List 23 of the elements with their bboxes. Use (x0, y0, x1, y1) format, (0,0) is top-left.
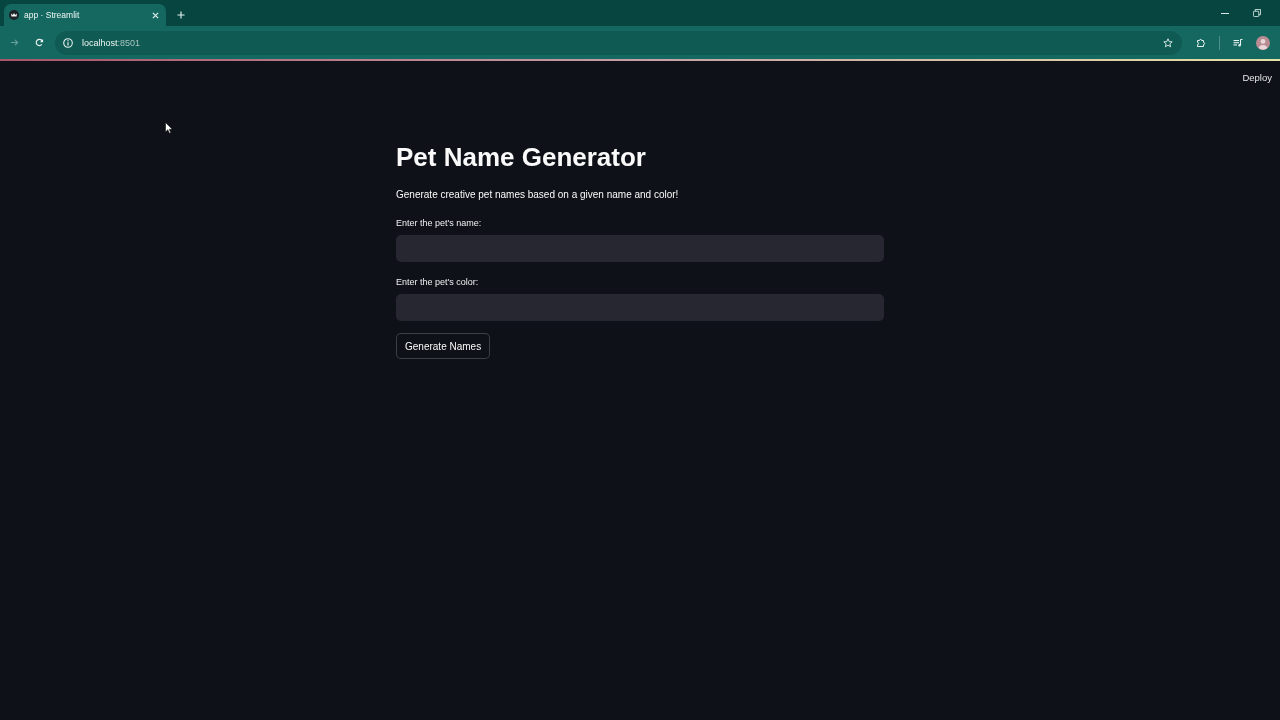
close-icon[interactable] (152, 11, 159, 19)
mouse-pointer-icon (165, 122, 173, 134)
puzzle-piece-icon[interactable] (1196, 37, 1206, 48)
text-input-field[interactable] (396, 294, 884, 321)
star-icon[interactable] (1163, 37, 1173, 48)
restore-icon[interactable] (1253, 9, 1261, 17)
page-title: Pet Name Generator (396, 141, 647, 173)
browser-tab[interactable]: app · Streamlit (4, 4, 166, 26)
crown-icon (9, 10, 19, 20)
field-label: Enter the pet's color: (396, 276, 480, 289)
minimize-icon[interactable] (1221, 12, 1229, 14)
media-queue-icon[interactable] (1233, 37, 1243, 48)
reload-icon[interactable] (35, 38, 44, 47)
avatar-icon[interactable] (1256, 35, 1270, 50)
url-text: localhost:8501 (82, 37, 141, 48)
field-label: Enter the pet's name: (396, 217, 483, 230)
plus-icon[interactable] (177, 11, 185, 19)
text-input-field[interactable] (396, 235, 884, 262)
description-text: Generate creative pet names based on a given name and color! (396, 188, 680, 202)
info-icon[interactable] (63, 37, 73, 48)
generate-names-button[interactable]: Generate Names (396, 333, 491, 359)
address-bar[interactable]: localhost:8501 (55, 30, 1182, 55)
deploy-button[interactable]: Deploy (1234, 68, 1280, 86)
